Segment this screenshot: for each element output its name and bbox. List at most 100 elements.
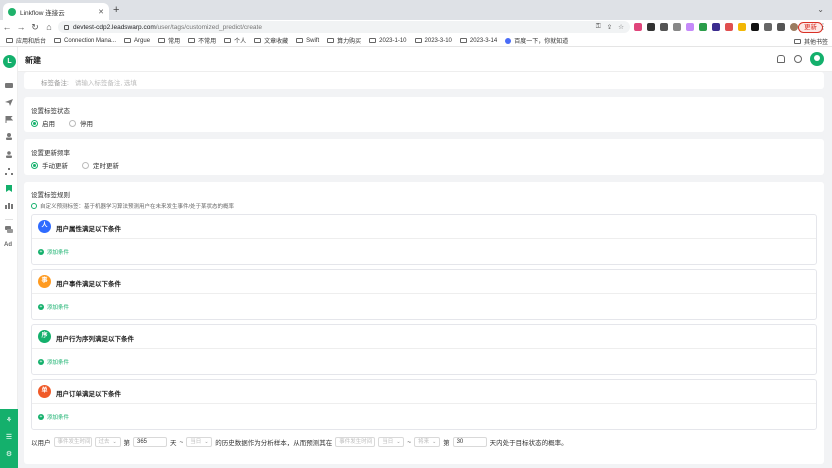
add-condition-button[interactable]: + 添加条件 xyxy=(38,248,69,256)
sidebar-ad-icon[interactable]: Ad xyxy=(4,242,12,248)
divider xyxy=(32,348,816,349)
status-radio-enable[interactable]: 启用 xyxy=(31,118,55,128)
extension-icon[interactable] xyxy=(634,23,642,31)
folder-icon xyxy=(459,38,467,43)
add-condition-button[interactable]: + 添加条件 xyxy=(38,413,69,421)
sidebar-flag-icon[interactable] xyxy=(5,116,13,123)
extension-icon[interactable] xyxy=(699,23,707,31)
plus-icon: + xyxy=(38,414,44,420)
future-days-input[interactable]: 30 xyxy=(452,437,487,447)
extension-icon[interactable] xyxy=(738,23,746,31)
browser-tabstrip: Linkflow 连接云 ✕ + ⌄ xyxy=(0,0,832,20)
bookmark-item[interactable]: 不常用 xyxy=(188,36,216,45)
extension-icon[interactable] xyxy=(673,23,681,31)
extension-icon[interactable] xyxy=(686,23,694,31)
bookmark-item[interactable]: 2023-3-14 xyxy=(459,38,497,44)
profile-avatar-icon[interactable] xyxy=(790,23,798,31)
bookmark-item[interactable]: 文章收藏 xyxy=(254,36,288,45)
sidebar-cluster-icon[interactable] xyxy=(5,168,13,175)
browser-tab[interactable]: Linkflow 连接云 ✕ xyxy=(3,3,109,20)
back-icon[interactable]: ← xyxy=(0,20,14,35)
remark-input[interactable]: 请输入标签备注, 选填 xyxy=(75,77,137,87)
bookmark-item[interactable]: Argue xyxy=(124,38,150,44)
sequence-icon: 序 xyxy=(38,330,51,343)
bookmark-item[interactable]: 2023-1-10 xyxy=(369,38,407,44)
radio-checked-icon xyxy=(31,119,38,127)
extension-icon[interactable] xyxy=(660,23,668,31)
sidebar-chat-icon[interactable] xyxy=(5,226,13,233)
bookmark-item[interactable]: Connection Mana... xyxy=(54,38,116,44)
add-condition-button[interactable]: + 添加条件 xyxy=(38,358,69,366)
status-radio-disable[interactable]: 停用 xyxy=(69,118,93,128)
sidebar-toggle-icon[interactable] xyxy=(777,23,785,31)
lock-icon[interactable] xyxy=(64,25,69,30)
sidebar-send-icon[interactable] xyxy=(5,99,13,106)
sidebar-user-icon[interactable] xyxy=(5,133,13,140)
message-icon[interactable] xyxy=(794,55,802,63)
bookmark-item[interactable]: 应用和后台 xyxy=(6,36,46,45)
today-select-2[interactable]: 当日 ⌄ xyxy=(378,437,405,447)
user-avatar[interactable] xyxy=(810,52,824,66)
notification-bell-icon[interactable] xyxy=(777,55,785,63)
bookmark-item[interactable]: Swift xyxy=(296,38,319,44)
new-tab-button[interactable]: + xyxy=(113,4,119,16)
extension-icon[interactable] xyxy=(712,23,720,31)
sidebar-home-icon[interactable] xyxy=(5,81,13,88)
bookmark-item[interactable]: 算力购买 xyxy=(327,36,361,45)
app-logo[interactable]: L xyxy=(3,55,16,68)
condition-title: 用户属性满足以下条件 xyxy=(56,226,121,233)
extension-icon[interactable] xyxy=(647,23,655,31)
app-header: 新建 xyxy=(18,47,832,72)
sidebar-tag-icon[interactable] xyxy=(5,185,13,192)
order-icon: 单 xyxy=(38,385,51,398)
folder-icon xyxy=(296,38,304,43)
past-select[interactable]: 过去 ⌄ xyxy=(94,437,121,447)
url-text[interactable]: devtest-cdp2.leadswarp.com/user/tags/cus… xyxy=(73,24,262,31)
condition-group-orders: 单 用户订单满足以下条件 + 添加条件 xyxy=(31,379,817,430)
bookmark-item[interactable]: 2023-3-10 xyxy=(414,38,452,44)
reload-icon[interactable]: ↻ xyxy=(28,20,42,35)
sidebar-chart-icon[interactable] xyxy=(5,202,13,209)
home-icon[interactable]: ⌂ xyxy=(42,20,56,35)
frequency-label: 设置更新频率 xyxy=(31,150,70,157)
past-days-input[interactable]: 365 xyxy=(133,437,167,447)
share-icon[interactable]: ⇪ xyxy=(607,23,612,31)
sidebar-network-icon[interactable]: ⚘ xyxy=(5,417,13,425)
extension-icon[interactable] xyxy=(725,23,733,31)
folder-icon xyxy=(224,38,232,43)
extension-icon[interactable] xyxy=(751,23,759,31)
event-time-select[interactable]: 事件发生时间 xyxy=(53,437,92,447)
event-time-select-2[interactable]: 事件发生时间 xyxy=(335,437,376,447)
address-bar[interactable]: devtest-cdp2.leadswarp.com/user/tags/cus… xyxy=(58,21,630,33)
future-select[interactable]: 将来 ⌄ xyxy=(414,437,441,447)
sentence-text: ~ xyxy=(179,438,184,446)
folder-icon xyxy=(254,38,262,43)
tab-close-icon[interactable]: ✕ xyxy=(98,8,104,16)
browser-menu-icon[interactable]: ⋮ xyxy=(819,22,827,31)
folder-icon xyxy=(793,39,801,44)
condition-title: 用户事件满足以下条件 xyxy=(56,281,121,288)
remark-card: 标签备注: 请输入标签备注, 选填 xyxy=(24,72,824,89)
bookmark-item[interactable]: 个人 xyxy=(224,36,246,45)
sidebar-settings-icon[interactable]: ⚙ xyxy=(5,451,13,459)
tab-favicon-icon xyxy=(8,7,16,16)
condition-group-sequence: 序 用户行为序列满足以下条件 + 添加条件 xyxy=(31,324,817,375)
add-condition-button[interactable]: + 添加条件 xyxy=(38,303,69,311)
rules-label: 设置标签规则 xyxy=(31,192,70,199)
sidebar-users-icon[interactable] xyxy=(5,151,13,158)
key-icon[interactable]: ⚿ xyxy=(596,23,601,31)
bookmark-item[interactable]: 常用 xyxy=(158,36,180,45)
condition-title: 用户订单满足以下条件 xyxy=(56,391,121,398)
tab-search-icon[interactable]: ⌄ xyxy=(817,5,824,14)
condition-group-events: 事 用户事件满足以下条件 + 添加条件 xyxy=(31,269,817,320)
forward-icon[interactable]: → xyxy=(14,20,28,35)
frequency-radio-scheduled[interactable]: 定时更新 xyxy=(82,160,119,170)
bookmark-item[interactable]: 百度一下，你就知道 xyxy=(505,36,568,45)
bookmark-star-icon[interactable]: ☆ xyxy=(618,23,624,31)
rules-hint: 自定义预测标签：基于机器学习算法预测用户在未来发生事件/处于某状态的概率 xyxy=(31,202,234,210)
other-bookmarks[interactable]: 其他书签 xyxy=(793,37,828,46)
frequency-radio-manual[interactable]: 手动更新 xyxy=(31,160,68,170)
today-select[interactable]: 当日 ⌄ xyxy=(186,437,213,447)
sidebar-list-icon[interactable]: ☰ xyxy=(5,434,13,442)
puzzle-icon[interactable] xyxy=(764,23,772,31)
